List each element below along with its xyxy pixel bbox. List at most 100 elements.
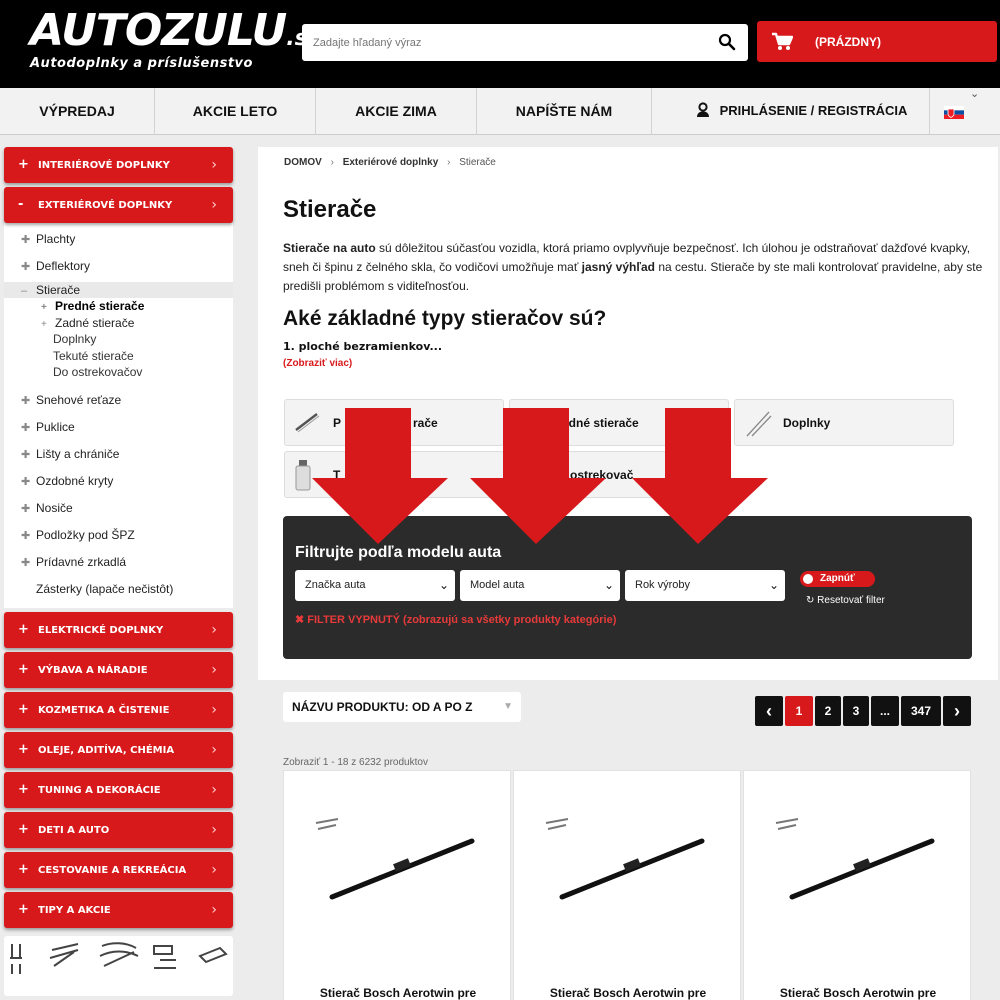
category-cestovanie-a-rekreácia[interactable]: + CESTOVANIE A REKREÁCIA › (4, 851, 233, 888)
subcategory-label: Podložky pod ŠPZ (36, 527, 135, 542)
cart-label: (PRÁZDNY) (815, 35, 881, 49)
subcategory-label: Puklice (36, 419, 75, 434)
product-title[interactable]: Stierač Bosch Aerotwin pre (284, 986, 512, 1000)
wiper-blade-image (545, 818, 705, 900)
logo-text: AUTOZULU (30, 5, 287, 56)
pagination-page-3[interactable]: 3 (843, 696, 869, 726)
breadcrumb-home[interactable]: DOMOV (284, 157, 322, 168)
filter-toggle[interactable]: Zapnúť (800, 571, 875, 587)
category-label: VÝBAVA A NÁRADIE (38, 664, 148, 676)
brand-select[interactable]: Značka auta ⌄ (295, 570, 455, 601)
show-more-link[interactable]: (Zobraziť viac) (283, 358, 352, 369)
subcategory-doplnky[interactable]: Doplnky (4, 331, 233, 348)
subcategory-nosice[interactable]: ✚ Nosiče (4, 495, 233, 522)
section-subtitle: Aké základné typy stieračov sú? (283, 307, 607, 330)
nav-vypredaj[interactable]: VÝPREDAJ (0, 88, 155, 135)
chevron-right-icon: › (211, 741, 217, 758)
category-oleje-aditíva-chémia[interactable]: + OLEJE, ADITÍVA, CHÉMIA › (4, 731, 233, 768)
product-title[interactable]: Stierač Bosch Aerotwin pre (514, 986, 742, 1000)
language-selector[interactable]: ⌄ (930, 88, 1000, 135)
nav-akcie-zima[interactable]: AKCIE ZIMA (316, 88, 477, 135)
subcategory-pridavne-zrkadla[interactable]: ✚ Prídavné zrkadlá (4, 549, 233, 576)
product-card[interactable]: Stierač Bosch Aerotwin pre (513, 770, 741, 1000)
brand-select-value: Značka auta (305, 579, 366, 591)
category-label: KOZMETIKA A ČISTENIE (38, 704, 170, 716)
sort-select[interactable]: NÁZVU PRODUKTU: OD A PO Z ▼ (283, 692, 521, 722)
subcategory-ozdobne-kryty[interactable]: ✚ Ozdobné kryty (4, 468, 233, 495)
category-deti-a-auto[interactable]: + DETI A AUTO › (4, 811, 233, 848)
subcategory-do-ostrekovacov[interactable]: Do ostrekovačov (4, 364, 233, 381)
sort-select-value: NÁZVU PRODUKTU: OD A PO Z (292, 700, 473, 714)
subcategory-label: Plachty (36, 232, 76, 246)
subcategory-zasterky[interactable]: Zásterky (lapače nečistôt) (4, 576, 233, 603)
expand-icon: + (18, 741, 29, 757)
plus-icon: ✚ (21, 448, 31, 461)
reset-filter-label: Resetovať filter (817, 595, 885, 606)
category-label: TIPY A AKCIE (38, 904, 111, 916)
top-navigation: VÝPREDAJ AKCIE LETO AKCIE ZIMA NAPÍŠTE N… (0, 88, 1000, 135)
tile-label: Doplnky (783, 416, 831, 430)
subcategory-label: Predné stierače (55, 299, 145, 313)
subcategory-stierace[interactable]: – Stierače (4, 282, 233, 298)
plus-icon: ✚ (21, 421, 31, 434)
product-card[interactable]: Stierač Bosch Aerotwin pre (743, 770, 971, 1000)
breadcrumb-exterierove-doplnky[interactable]: Exteriérové doplnky (343, 157, 439, 168)
model-select-value: Model auta (470, 579, 525, 591)
chevron-right-icon: › (211, 621, 217, 638)
subcategory-plachty[interactable]: ✚ Plachty (4, 226, 233, 253)
subcategory-puklice[interactable]: ✚ Puklice (4, 414, 233, 441)
chevron-right-icon: › (211, 781, 217, 798)
nav-napiste-nam[interactable]: NAPÍŠTE NÁM (477, 88, 652, 135)
expand-icon: + (18, 621, 29, 637)
pagination-prev[interactable]: ‹ (755, 696, 783, 726)
subcategory-snehove-retaze[interactable]: ✚ Snehové reťaze (4, 387, 233, 414)
chevron-down-icon: ⌄ (438, 578, 449, 592)
subcategory-label: Ozdobné kryty (36, 473, 114, 488)
subcategory-deflektory[interactable]: ✚ Deflektory (4, 253, 233, 280)
product-card[interactable]: Stierač Bosch Aerotwin pre (283, 770, 511, 1000)
plus-icon: ✚ (21, 529, 31, 542)
cart-button[interactable]: (PRÁZDNY) (757, 21, 997, 62)
subcategory-tekute-stierace[interactable]: Tekuté stierače (4, 348, 233, 365)
search-icon[interactable] (718, 33, 736, 51)
search-input[interactable] (302, 24, 692, 61)
pagination-next[interactable]: › (943, 696, 971, 726)
category-interierove-doplnky[interactable]: + INTERIÉROVÉ DOPLNKY › (4, 147, 233, 183)
cart-icon (772, 32, 793, 50)
pagination-page-2[interactable]: 2 (815, 696, 841, 726)
filter-status: ✖ FILTER VYPNUTÝ (zobrazujú sa všetky pr… (295, 613, 616, 626)
chevron-down-icon: ⌄ (603, 578, 614, 592)
nav-akcie-leto[interactable]: AKCIE LETO (155, 88, 316, 135)
category-exterierove-doplnky[interactable]: - EXTERIÉROVÉ DOPLNKY › (4, 187, 233, 223)
category-thumbnails[interactable] (4, 935, 233, 996)
chevron-right-icon: › (211, 901, 217, 918)
year-select[interactable]: Rok výroby ⌄ (625, 570, 785, 601)
sort-pagination-bar: NÁZVU PRODUKTU: OD A PO Z ▼ ‹ 1 2 3 ... 3… (258, 683, 998, 743)
category-tuning-a-dekorácie[interactable]: + TUNING A DEKORÁCIE › (4, 771, 233, 808)
category-elektrické-doplnky[interactable]: + ELEKTRICKÉ DOPLNKY › (4, 611, 233, 648)
pagination-page-last[interactable]: 347 (901, 696, 941, 726)
nav-login[interactable]: PRIHLÁSENIE / REGISTRÁCIA (674, 88, 930, 135)
model-select[interactable]: Model auta ⌄ (460, 570, 620, 601)
subcategory-label: Lišty a chrániče (36, 446, 120, 461)
subcategory-predne-stierace[interactable]: + Predné stierače (4, 298, 233, 315)
category-label: EXTERIÉROVÉ DOPLNKY (38, 200, 173, 211)
pagination-ellipsis: ... (871, 696, 899, 726)
subcategory-listy-a-chranice[interactable]: ✚ Lišty a chrániče (4, 441, 233, 468)
category-tipy-a-akcie[interactable]: + TIPY A AKCIE › (4, 891, 233, 928)
subcategory-podlozky-pod-spz[interactable]: ✚ Podložky pod ŠPZ (4, 522, 233, 549)
reset-icon: ↻ (806, 595, 815, 606)
site-header: AUTOZULU.sk Autodoplnky a príslušenstvo … (0, 0, 1000, 88)
product-count: Zobraziť 1 - 18 z 6232 produktov (283, 757, 428, 768)
pagination-page-1[interactable]: 1 (785, 696, 813, 726)
reset-filter-link[interactable]: ↻ Resetovať filter (806, 595, 885, 606)
expand-icon: + (18, 157, 29, 172)
wiper-blade-image (315, 818, 475, 900)
subcategory-zadne-stierace[interactable]: + Zadné stierače (4, 315, 233, 332)
category-výbava-a-náradie[interactable]: + VÝBAVA A NÁRADIE › (4, 651, 233, 688)
logo[interactable]: AUTOZULU.sk Autodoplnky a príslušenstvo (30, 5, 322, 72)
category-kozmetika-a-čistenie[interactable]: + KOZMETIKA A ČISTENIE › (4, 691, 233, 728)
expand-icon: + (18, 821, 29, 837)
desc-bold-2: jasný výhľad (581, 260, 655, 274)
product-title[interactable]: Stierač Bosch Aerotwin pre (744, 986, 972, 1000)
